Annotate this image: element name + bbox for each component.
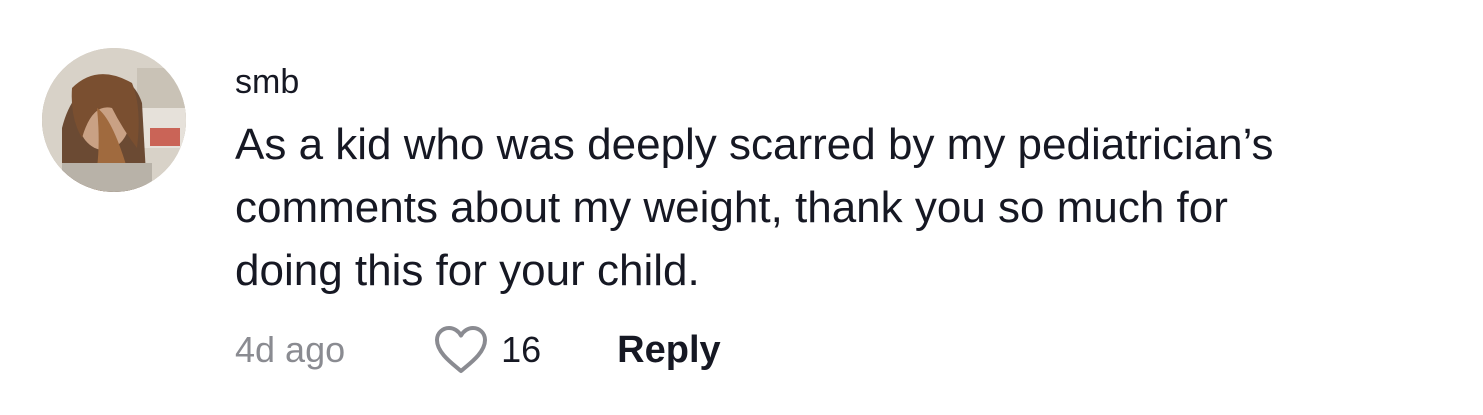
- comment-text: As a kid who was deeply scarred by my pe…: [235, 113, 1435, 302]
- timestamp: 4d ago: [235, 329, 346, 370]
- heart-outline-icon[interactable]: [433, 325, 489, 375]
- user-avatar[interactable]: [42, 48, 186, 192]
- comment-text-line: doing this for your child.: [235, 246, 700, 295]
- avatar-photo-icon: [42, 48, 186, 192]
- like-button[interactable]: 16: [433, 325, 541, 375]
- username[interactable]: smb: [235, 60, 299, 104]
- comment-meta: 4d ago 16 Reply: [235, 325, 721, 375]
- comment-text-line: comments about my weight, thank you so m…: [235, 183, 1228, 232]
- comment-text-line: As a kid who was deeply scarred by my pe…: [235, 120, 1274, 169]
- comment-item: smb As a kid who was deeply scarred by m…: [0, 0, 1483, 415]
- reply-button[interactable]: Reply: [617, 329, 720, 372]
- like-count: 16: [501, 329, 542, 370]
